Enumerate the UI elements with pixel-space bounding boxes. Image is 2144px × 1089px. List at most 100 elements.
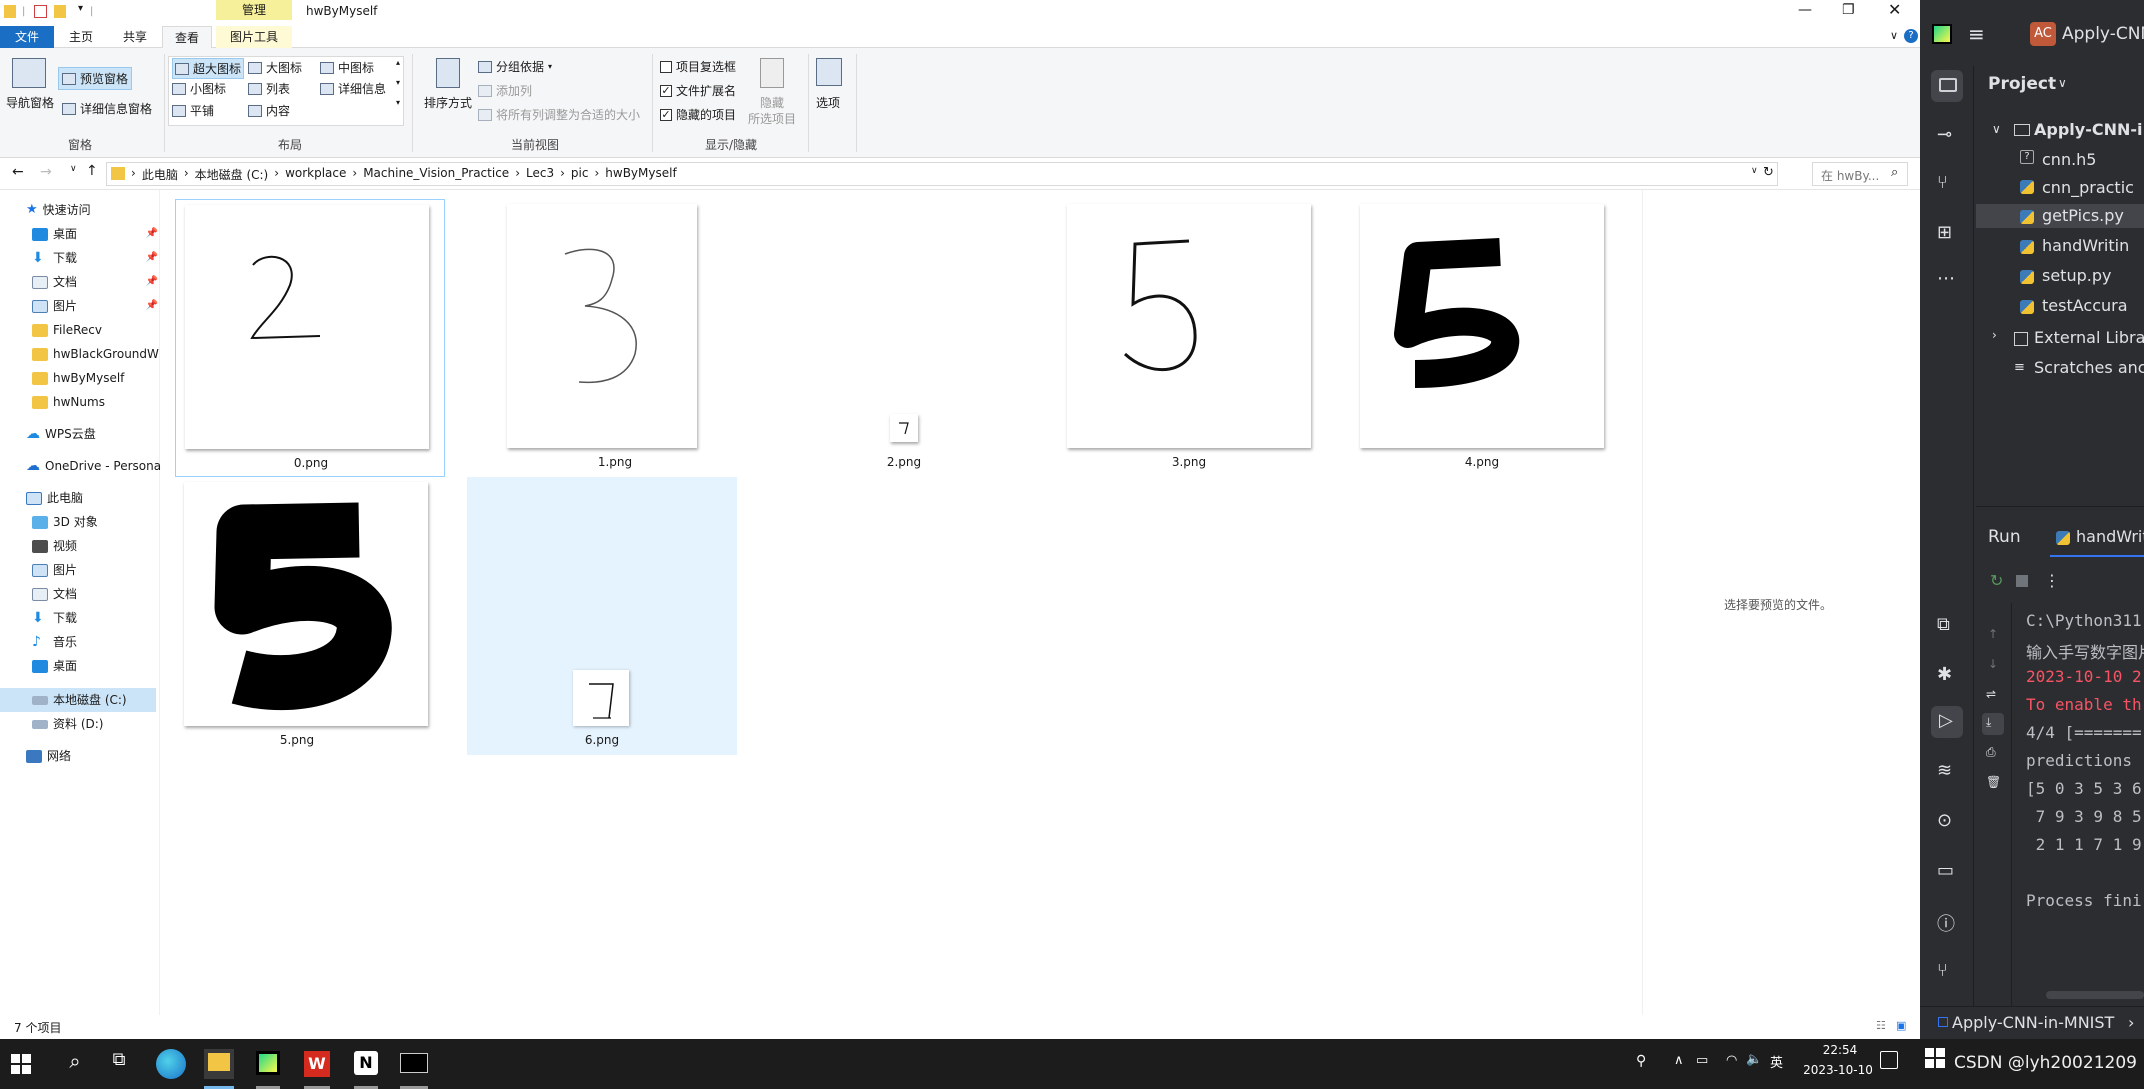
tree-file[interactable]: cnn.h5 xyxy=(2042,150,2096,169)
file-item[interactable]: 4.png xyxy=(1360,199,1630,477)
gallery-scroll-up-icon[interactable]: ▴ xyxy=(396,58,400,67)
search-icon[interactable]: ⌕ xyxy=(1891,165,1898,180)
file-item-hovered[interactable]: 6.png xyxy=(467,477,737,755)
breadcrumb-item[interactable]: Machine_Vision_Practice xyxy=(363,166,509,183)
nav-this-pc[interactable]: 此电脑 xyxy=(26,486,83,510)
structure-icon[interactable]: ⊞ xyxy=(1937,222,1952,243)
collapse-ribbon-icon[interactable]: ∨ xyxy=(1890,29,1898,42)
main-menu-icon[interactable]: ≡ xyxy=(1968,22,1985,46)
item-checkboxes-toggle[interactable]: 项目复选框 xyxy=(660,58,736,75)
gallery-scroll-down-icon[interactable]: ▾ xyxy=(396,78,400,87)
nav-item-documents[interactable]: 文档 📌 xyxy=(32,270,158,294)
tab-view[interactable]: 查看 xyxy=(162,26,212,48)
tree-file-selected[interactable]: getPics.py xyxy=(2042,206,2124,225)
manage-context-tab[interactable]: 管理 xyxy=(216,0,292,20)
file-item[interactable]: 2.png xyxy=(782,199,1052,477)
tab-file[interactable]: 文件 xyxy=(0,26,54,48)
breadcrumb-item[interactable]: 本地磁盘 (C:) xyxy=(195,166,269,183)
layout-details[interactable]: 详细信息 xyxy=(320,80,386,97)
chevron-down-icon[interactable]: ∨ xyxy=(1992,122,2001,136)
down-icon[interactable]: ↓ xyxy=(1988,657,1998,671)
edge-browser-icon[interactable] xyxy=(156,1049,186,1079)
quick-access-dropdown-icon[interactable]: ▾ xyxy=(78,3,83,14)
nav-item-pictures[interactable]: 图片 📌 xyxy=(32,294,158,318)
python-console-icon[interactable]: ⧉ xyxy=(1937,614,1950,635)
pycharm-task-icon[interactable] xyxy=(256,1051,280,1075)
details-view-icon[interactable]: ☷ xyxy=(1876,1019,1886,1032)
tree-file[interactable]: cnn_practic xyxy=(2042,178,2134,197)
layout-tiles[interactable]: 平铺 xyxy=(172,102,214,119)
preview-pane-button[interactable]: 预览窗格 xyxy=(58,67,133,90)
file-explorer-icon[interactable] xyxy=(208,1053,230,1071)
volume-icon[interactable]: 🔈 xyxy=(1746,1052,1762,1067)
nav-item-desktop-pc[interactable]: 桌面 xyxy=(32,654,77,678)
wps-office-icon[interactable]: W xyxy=(304,1051,330,1077)
nav-wps-cloud[interactable]: ☁ WPS云盘 xyxy=(26,422,96,446)
tab-picture-tools[interactable]: 图片工具 xyxy=(216,26,292,48)
run-tool-icon[interactable]: ▷ xyxy=(1939,710,1953,731)
file-item[interactable]: 3.png xyxy=(1067,199,1337,477)
checkbox-checked[interactable]: ✓ xyxy=(660,84,672,97)
layout-content[interactable]: 内容 xyxy=(248,102,290,119)
breadcrumb-project[interactable]: Apply-CNN-in-MNIST xyxy=(1952,1013,2114,1032)
folder-icon[interactable] xyxy=(1939,78,1957,92)
group-by-button[interactable]: 分组依据 ▾ xyxy=(478,58,552,75)
run-tab[interactable]: handWrit xyxy=(2076,527,2144,546)
notion-icon[interactable]: N xyxy=(354,1051,378,1075)
problems-icon[interactable]: ⓘ xyxy=(1937,910,1955,936)
layout-large-icons[interactable]: 大图标 xyxy=(248,59,302,76)
back-icon[interactable]: ← xyxy=(12,164,24,180)
terminal-task-icon[interactable] xyxy=(400,1053,428,1073)
nav-item-hwnums[interactable]: hwNums xyxy=(32,390,105,414)
nav-item-drive-d[interactable]: 资料 (D:) xyxy=(32,712,103,736)
git-icon[interactable]: ⑂ xyxy=(1937,960,1948,981)
wifi-icon[interactable]: ◠ xyxy=(1726,1053,1737,1068)
checkbox-checked[interactable]: ✓ xyxy=(660,108,672,121)
tree-scratches[interactable]: Scratches anc xyxy=(2034,358,2144,377)
search-input[interactable]: 在 hwBy... xyxy=(1821,167,1879,184)
large-icons-view-icon[interactable]: ▣ xyxy=(1896,1019,1906,1032)
options-icon[interactable] xyxy=(816,58,842,86)
pin-icon[interactable]: 📌 xyxy=(146,270,158,294)
hide-selected-button[interactable]: 隐藏 xyxy=(760,94,784,111)
services-icon[interactable]: ⊙ xyxy=(1937,810,1952,831)
fit-columns-button[interactable]: 将所有列调整为合适的大小 xyxy=(478,106,640,123)
clear-icon[interactable]: 🗑 xyxy=(1986,775,2001,789)
notifications-icon[interactable] xyxy=(1880,1051,1898,1069)
nav-quick-access[interactable]: ★ 快速访问 xyxy=(26,198,91,222)
soft-wrap-icon[interactable]: ⇌ xyxy=(1986,687,1996,701)
pull-requests-icon[interactable]: ⑂ xyxy=(1937,172,1948,193)
pin-icon[interactable]: 📌 xyxy=(146,222,158,246)
file-item[interactable]: 5.png xyxy=(175,477,445,755)
nav-item-documents-pc[interactable]: 文档 xyxy=(32,582,77,606)
options-button[interactable]: 选项 xyxy=(816,94,840,111)
chevron-right-icon[interactable]: › xyxy=(1992,328,1997,342)
commit-icon[interactable]: ⊸ xyxy=(1937,124,1952,145)
close-button[interactable]: ✕ xyxy=(1888,0,1901,19)
up-icon[interactable]: ↑ xyxy=(86,163,98,179)
battery-icon[interactable]: ▭ xyxy=(1696,1053,1708,1068)
clock-time[interactable]: 22:54 xyxy=(1810,1043,1870,1057)
tree-root[interactable]: Apply-CNN-i xyxy=(2034,120,2143,139)
layout-medium-icons[interactable]: 中图标 xyxy=(320,59,374,76)
maximize-button[interactable]: ❐ xyxy=(1842,2,1855,18)
breadcrumb-item[interactable]: workplace xyxy=(285,166,346,183)
layout-list[interactable]: 列表 xyxy=(248,80,290,97)
scroll-to-end-icon[interactable]: ⤓ xyxy=(1986,715,1991,730)
tree-file[interactable]: testAccura xyxy=(2042,296,2128,315)
hidden-items-toggle[interactable]: ✓ 隐藏的项目 xyxy=(660,106,736,123)
nav-item-downloads-pc[interactable]: ⬇ 下载 xyxy=(32,606,77,630)
sort-button[interactable]: 排序方式 xyxy=(424,94,472,111)
nav-onedrive[interactable]: ☁ OneDrive - Persona xyxy=(26,454,161,478)
tab-home[interactable]: 主页 xyxy=(56,26,106,48)
nav-item-music[interactable]: ♪ 音乐 xyxy=(32,630,77,654)
details-pane-button[interactable]: 详细信息窗格 xyxy=(62,100,152,117)
up-icon[interactable]: ↑ xyxy=(1988,627,1998,641)
chevron-down-icon[interactable]: ∨ xyxy=(2058,76,2067,90)
navigation-pane-icon[interactable] xyxy=(12,58,46,88)
help-icon[interactable]: ? xyxy=(1904,29,1918,43)
layout-extra-large-icons[interactable]: 超大图标 xyxy=(172,58,245,79)
tree-file[interactable]: setup.py xyxy=(2042,266,2111,285)
file-item[interactable]: 1.png xyxy=(490,199,760,477)
rerun-icon[interactable]: ↻ xyxy=(1990,571,2003,590)
